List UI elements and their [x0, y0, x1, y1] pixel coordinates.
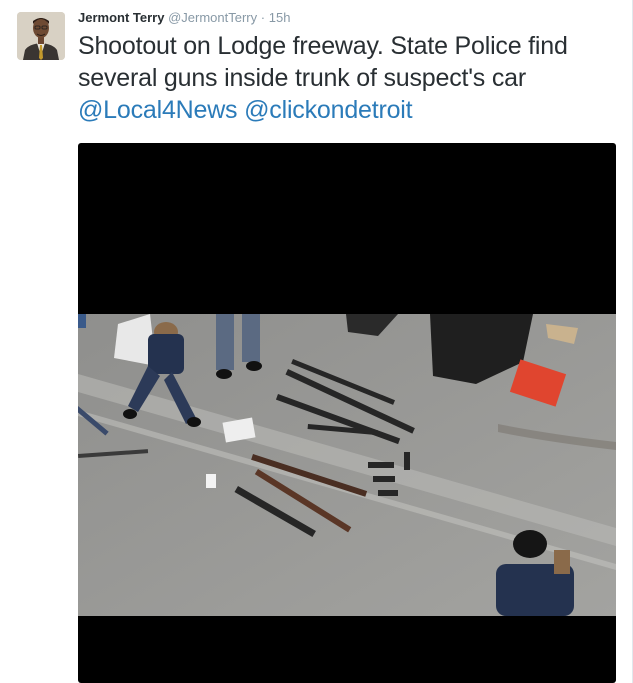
mention-clickondetroit[interactable]: @clickondetroit [244, 96, 412, 124]
tweet-media-image[interactable] [78, 143, 616, 683]
avatar[interactable] [17, 12, 65, 60]
mention-local4news[interactable]: @Local4News [78, 96, 238, 124]
separator-dot: · [260, 10, 266, 25]
tweet-text: Shootout on Lodge freeway. State Police … [78, 30, 613, 126]
author-name[interactable]: Jermont Terry [78, 10, 164, 25]
aerial-photo [78, 314, 616, 616]
person-avatar-icon [17, 12, 65, 60]
tweet-card: Jermont Terry @JermontTerry · 15h Shooto… [0, 0, 633, 683]
author-handle[interactable]: @JermontTerry [168, 10, 257, 25]
tweet-text-body: Shootout on Lodge freeway. State Police … [78, 32, 568, 92]
tweet-header: Jermont Terry @JermontTerry · 15h [78, 9, 290, 27]
timestamp[interactable]: 15h [269, 10, 291, 25]
